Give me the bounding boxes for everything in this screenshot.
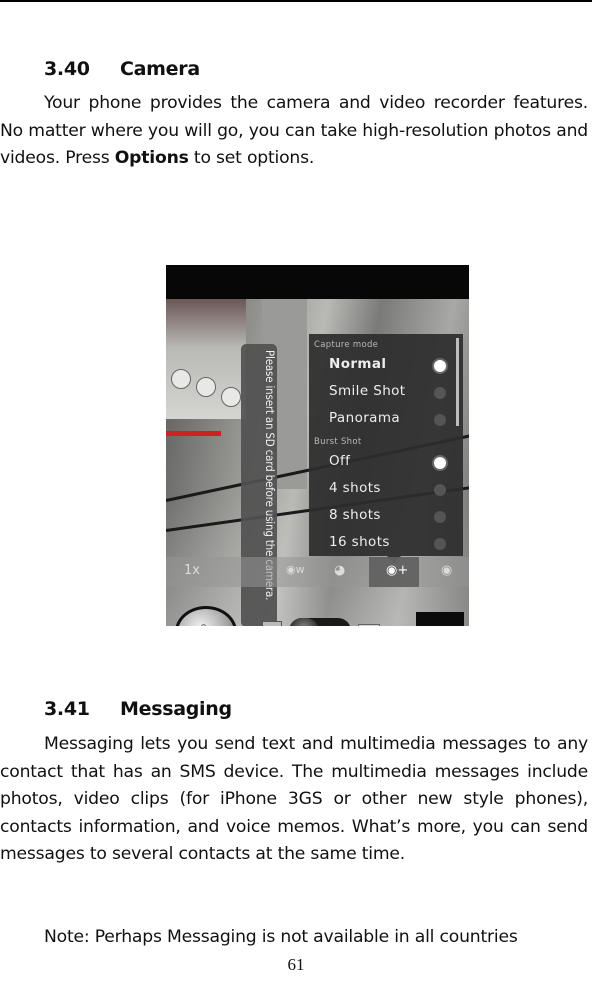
section-heading-messaging: 3.41 Messaging bbox=[44, 698, 232, 720]
option-smile-shot[interactable]: Smile Shot bbox=[329, 383, 454, 405]
radio-icon bbox=[434, 484, 446, 496]
gallery-thumbnail[interactable] bbox=[416, 612, 464, 626]
option-panorama[interactable]: Panorama bbox=[329, 410, 454, 432]
background-probe bbox=[166, 431, 221, 436]
header-rule bbox=[0, 0, 592, 2]
note-paragraph: Note: Perhaps Messaging is not available… bbox=[44, 927, 518, 947]
camera-toolbar: 1x ◉w ◕ ◉+ ◉ bbox=[166, 557, 469, 587]
radio-selected-icon bbox=[434, 360, 446, 372]
option-8-shots[interactable]: 8 shots bbox=[329, 507, 454, 529]
shutter-button[interactable]: ❀ bbox=[175, 606, 237, 626]
section-heading-camera: 3.40 Camera bbox=[44, 58, 200, 80]
aperture-icon: ❀ bbox=[196, 621, 211, 626]
menu-scrollbar[interactable] bbox=[456, 338, 459, 426]
camera-video-toggle[interactable] bbox=[289, 618, 351, 626]
option-burst-off[interactable]: Off bbox=[329, 453, 454, 475]
options-keyword: Options bbox=[114, 148, 189, 168]
capture-settings-icon[interactable]: ◉+ bbox=[386, 563, 408, 578]
option-4-shots[interactable]: 4 shots bbox=[329, 480, 454, 502]
burst-shot-label: Burst Shot bbox=[314, 437, 362, 447]
camera-paragraph: Your phone provides the camera and video… bbox=[0, 93, 588, 168]
radio-selected-icon bbox=[434, 457, 446, 469]
settings-icon[interactable]: ◉ bbox=[441, 563, 452, 578]
section-title: Messaging bbox=[120, 698, 232, 720]
option-16-shots[interactable]: 16 shots bbox=[329, 534, 454, 556]
zoom-level[interactable]: 1x bbox=[184, 563, 200, 578]
section-number: 3.40 bbox=[44, 58, 90, 80]
status-bar bbox=[166, 265, 469, 299]
radio-icon bbox=[434, 387, 446, 399]
scene-mode-icon[interactable]: ◕ bbox=[334, 563, 345, 578]
capture-options-menu: Capture mode Normal Smile Shot Panorama … bbox=[309, 334, 463, 563]
camera-screenshot: Please insert an SD card before using th… bbox=[166, 265, 469, 626]
radio-icon bbox=[434, 511, 446, 523]
camera-mode-icon[interactable] bbox=[262, 621, 282, 626]
white-balance-icon[interactable]: ◉w bbox=[286, 563, 305, 576]
section-number: 3.41 bbox=[44, 698, 90, 720]
page-number: 61 bbox=[287, 955, 305, 974]
messaging-paragraph: Messaging lets you send text and multime… bbox=[0, 734, 588, 864]
video-mode-icon[interactable] bbox=[358, 624, 380, 626]
radio-icon bbox=[434, 414, 446, 426]
section-title: Camera bbox=[120, 58, 200, 80]
camera-viewfinder: Please insert an SD card before using th… bbox=[166, 299, 469, 626]
background-equipment bbox=[166, 299, 246, 419]
option-normal[interactable]: Normal bbox=[329, 356, 454, 378]
radio-icon bbox=[434, 538, 446, 550]
capture-mode-label: Capture mode bbox=[314, 340, 379, 350]
